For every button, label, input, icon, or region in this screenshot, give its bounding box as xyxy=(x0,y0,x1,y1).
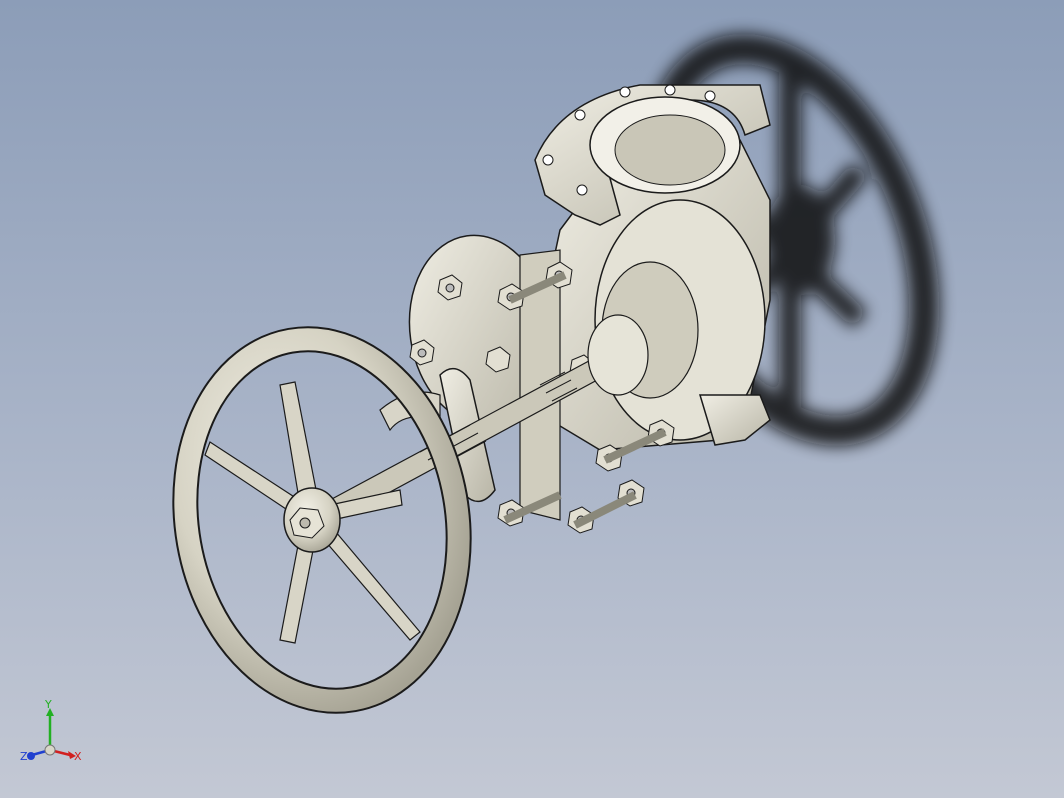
z-axis-head xyxy=(27,752,35,760)
handwheel-hub xyxy=(283,487,341,553)
triad-origin xyxy=(44,744,56,756)
z-axis-label: Z xyxy=(20,750,28,763)
3d-model-viewport[interactable] xyxy=(0,0,1064,798)
coordinate-triad: Y X Z xyxy=(14,698,94,780)
y-axis-label: Y xyxy=(44,700,52,711)
x-axis-label: X xyxy=(74,750,82,763)
